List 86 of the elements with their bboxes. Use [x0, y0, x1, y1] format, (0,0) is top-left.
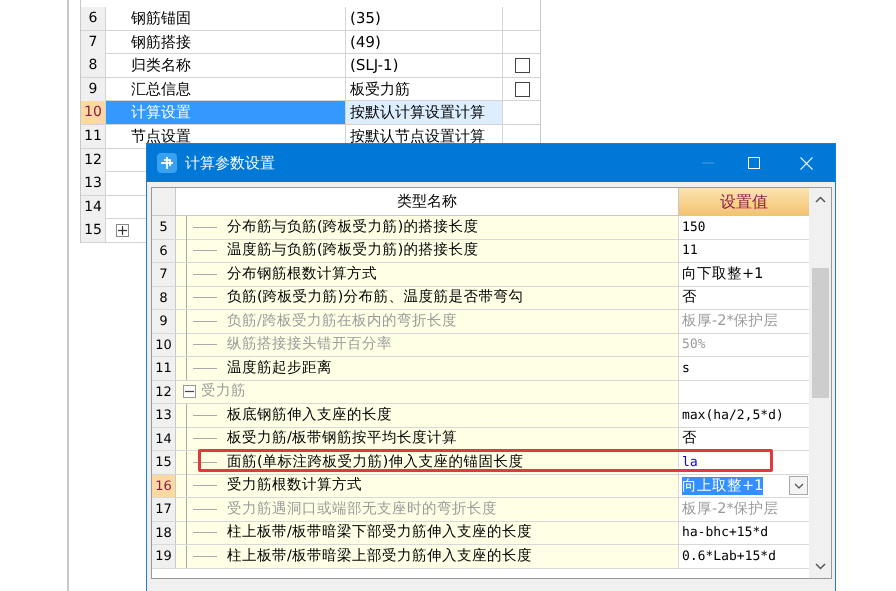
row-number: 9	[152, 310, 176, 332]
checkbox[interactable]	[514, 58, 530, 74]
setting-name: 板底钢筋伸入支座的长度	[227, 406, 392, 425]
setting-value: 向下取整+1	[682, 264, 764, 284]
row-number: 13	[152, 404, 176, 426]
tree-line	[186, 216, 217, 239]
setting-name: 纵筋搭接接头错开百分率	[227, 334, 392, 354]
row-number: 5	[152, 216, 176, 238]
scroll-thumb[interactable]	[812, 268, 828, 398]
column-header: 设置值	[679, 188, 809, 215]
setting-value: ha-bhc+15*d	[682, 524, 768, 542]
property-name: 钢筋搭接	[106, 30, 346, 54]
tree-line	[186, 239, 217, 262]
tree-line	[186, 356, 217, 380]
tree-line	[186, 427, 217, 450]
app-icon	[157, 153, 177, 173]
row-number: 10	[152, 334, 176, 356]
row-number: 16	[152, 474, 176, 497]
tree-line	[186, 450, 217, 474]
row-number: 13	[81, 172, 106, 196]
setting-name: 分布钢筋根数计算方式	[227, 264, 377, 284]
scroll-down-icon[interactable]	[814, 563, 826, 570]
setting-value: 50%	[682, 336, 706, 354]
row-number: 7	[152, 263, 176, 286]
setting-name: 温度筋起步距离	[227, 358, 332, 378]
row-number: 9	[81, 78, 106, 101]
setting-name: 负筋/跨板受力筋在板内的弯折长度	[227, 312, 457, 331]
row-number: 11	[81, 124, 106, 148]
row-number: 19	[152, 545, 176, 568]
row-number: 15	[81, 219, 106, 242]
row-number: 7	[81, 30, 106, 54]
setting-name: 面筋(单标注跨板受力筋)伸入支座的锚固长度	[227, 452, 524, 472]
tree-line	[186, 262, 217, 286]
setting-value: 板厚-2*保护层	[682, 312, 779, 331]
setting-value: 否	[682, 288, 697, 308]
dropdown-icon[interactable]	[789, 476, 808, 496]
setting-value: s	[682, 360, 690, 378]
tree-line	[186, 333, 217, 356]
setting-value: la	[682, 454, 698, 472]
tree-line	[186, 286, 217, 310]
scrollbar[interactable]	[809, 188, 831, 578]
row-number: 8	[81, 54, 106, 78]
setting-name: 受力筋根数计算方式	[227, 476, 362, 496]
setting-value: 否	[682, 429, 697, 448]
tree-line	[186, 310, 217, 333]
row-number: 14	[81, 196, 106, 219]
property-name: 计算设置	[106, 101, 346, 124]
setting-name: 负筋(跨板受力筋)分布筋、温度筋是否带弯勾	[227, 288, 524, 308]
setting-name: 分布筋与负筋(跨板受力筋)的搭接长度	[227, 218, 478, 237]
group-label: 受力筋	[201, 382, 246, 402]
expand-icon[interactable]	[116, 224, 129, 238]
row-number: 17	[152, 498, 176, 520]
setting-name: 柱上板带/板带暗梁上部受力筋伸入支座的长度	[227, 546, 532, 566]
tree-line	[186, 404, 217, 427]
property-name: 归类名称	[106, 54, 346, 78]
setting-name: 板受力筋/板带钢筋按平均长度计算	[227, 428, 457, 448]
row-number: 15	[152, 451, 176, 474]
row-number: 8	[152, 286, 176, 309]
setting-value: 150	[682, 218, 706, 237]
row-number: 12	[81, 148, 106, 172]
setting-name: 受力筋遇洞口或端部无支座时的弯折长度	[227, 500, 497, 519]
row-number: 14	[152, 428, 176, 450]
setting-name: 温度筋与负筋(跨板受力筋)的搭接长度	[227, 240, 478, 260]
setting-value: 11	[682, 242, 698, 260]
tree-line	[186, 498, 217, 521]
tree-line	[186, 474, 217, 498]
row-number: 6	[152, 240, 176, 262]
property-value: (35)	[346, 7, 503, 30]
setting-value: 0.6*Lab+15*d	[682, 548, 776, 566]
tree-line	[186, 544, 217, 568]
window-title: 计算参数设置	[185, 152, 275, 174]
checkbox[interactable]	[514, 82, 530, 97]
setting-name: 柱上板带/板带暗梁下部受力筋伸入支座的长度	[227, 522, 532, 542]
setting-value: max(ha/2,5*d)	[682, 406, 784, 425]
row-number: 18	[152, 522, 176, 544]
property-value: (49)	[346, 30, 503, 54]
row-number: 11	[152, 357, 176, 380]
row-number: 6	[81, 7, 106, 30]
property-name: 钢筋锚固	[106, 7, 346, 30]
row-number: 10	[81, 101, 106, 124]
setting-value: 板厚-2*保护层	[682, 500, 779, 519]
property-value: (SLJ-1)	[346, 54, 503, 78]
scroll-up-icon[interactable]	[814, 196, 826, 203]
property-value: 按默认计算设置计算	[346, 101, 503, 124]
tree-line	[186, 521, 217, 544]
row-number: 12	[152, 380, 176, 403]
